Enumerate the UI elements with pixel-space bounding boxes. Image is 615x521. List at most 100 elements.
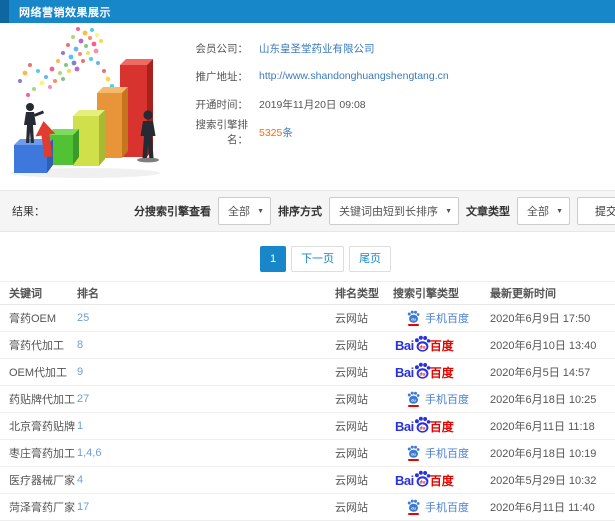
updated-cell: 2020年6月18日 10:19 [490, 439, 615, 467]
last-page-button[interactable]: 尾页 [349, 246, 392, 272]
engine-filter-label: 分搜索引擎查看 [134, 206, 211, 218]
baidu-logo-bai-text: Bai [395, 472, 414, 488]
table-row: 药贴牌代加工 27 云网站 du 手机百度 2020年6月18日 10:25 [0, 385, 615, 413]
svg-text:du: du [411, 506, 416, 510]
mobile-baidu-label: 手机百度 [425, 448, 469, 460]
rank-type-cell: 云网站 [335, 304, 393, 332]
svg-text:du: du [419, 425, 425, 431]
column-header-updated: 最新更新时间 [490, 281, 615, 305]
rank-link[interactable]: 17 [77, 501, 89, 513]
table-row: 枣庄膏药加工 1,4,6 云网站 du 手机百度 2020年6月18日 10:1… [0, 439, 615, 467]
table-row: 北京膏药贴牌 1 云网站 Bai du 百度 2020年6月11日 11:18 [0, 412, 615, 440]
column-header-keyword: 关键词 [0, 281, 77, 305]
mobile-baidu-underline [408, 513, 419, 515]
svg-text:du: du [419, 371, 425, 377]
rank-link[interactable]: 25 [77, 312, 89, 324]
baidu-logo-cn-text: 百度 [429, 419, 454, 434]
updated-cell: 2020年6月11日 11:18 [490, 412, 615, 440]
promo-url-link[interactable]: http://www.shandonghuangshengtang.cn [259, 70, 449, 82]
caret-down-icon: ▼ [556, 208, 563, 215]
updated-cell: 2020年5月29日 10:32 [490, 466, 615, 494]
mobile-baidu-paw-icon: du [407, 445, 420, 461]
mobile-baidu-logo: du 手机百度 [407, 310, 469, 326]
rank-link[interactable]: 4 [77, 474, 83, 486]
pagination: 1 下一页 尾页 [18, 246, 615, 272]
company-link[interactable]: 山东皇圣堂药业有限公司 [259, 41, 375, 56]
baidu-paw-icon: du [414, 470, 431, 487]
keyword-cell: 药贴牌代加工 [0, 385, 77, 413]
updated-cell: 2020年6月5日 14:57 [490, 358, 615, 386]
filter-controls: 分搜索引擎查看 全部 ▼ 排序方式 关键词由短到长排序 ▼ 文章类型 全部 ▼ … [134, 197, 615, 225]
rank-count-unit: 条 [282, 126, 293, 139]
baidu-logo: Bai du 百度 [395, 335, 454, 355]
filter-bar: 结果： 分搜索引擎查看 全部 ▼ 排序方式 关键词由短到长排序 ▼ 文章类型 全… [0, 190, 615, 232]
column-header-rank-type: 排名类型 [335, 281, 393, 305]
rank-link[interactable]: 1 [77, 420, 83, 432]
updated-cell: 2020年6月18日 10:25 [490, 385, 615, 413]
mobile-baidu-logo: du 手机百度 [407, 499, 469, 515]
sort-filter-select[interactable]: 关键词由短到长排序 ▼ [329, 197, 459, 225]
engine-cell: du 手机百度 [393, 310, 469, 326]
keyword-cell: 枣庄膏药加工 [0, 439, 77, 467]
page-title: 网络营销效果展示 [19, 6, 111, 19]
promo-url-field: 推广地址： http://www.shandonghuangshengtang.… [176, 62, 449, 90]
table-body: 膏药OEM 25 云网站 du 手机百度 2020年6月9日 17:50 膏药代… [0, 304, 615, 521]
mobile-baidu-paw-icon: du [407, 391, 420, 407]
svg-text:du: du [411, 452, 416, 456]
open-time-value: 2019年11月20日 09:08 [259, 98, 366, 111]
table-header-row: 关键词 排名 排名类型 搜索引擎类型 最新更新时间 [0, 281, 615, 305]
keyword-cell: 北京膏药贴牌 [0, 412, 77, 440]
table-row: OEM代加工 9 云网站 Bai du 百度 2020年6月5日 14:57 [0, 358, 615, 386]
updated-cell: 2020年6月10日 13:40 [490, 331, 615, 359]
mobile-baidu-underline [408, 459, 419, 461]
baidu-logo-bai-text: Bai [395, 418, 414, 434]
table-row: 医疗器械厂家 4 云网站 Bai du 百度 2020年5月29日 10:32 [0, 466, 615, 494]
article-type-select[interactable]: 全部 ▼ [517, 197, 570, 225]
table-row: 膏药OEM 25 云网站 du 手机百度 2020年6月9日 17:50 [0, 304, 615, 332]
company-field: 会员公司： 山东皇圣堂药业有限公司 [176, 34, 449, 62]
sort-filter-value: 关键词由短到长排序 [339, 206, 438, 218]
baidu-paw-icon: du [414, 416, 431, 433]
keyword-cell: 膏药代加工 [0, 331, 77, 359]
caret-down-icon: ▼ [257, 208, 264, 215]
rank-type-cell: 云网站 [335, 358, 393, 386]
engine-rank-label: 搜索引擎排名： [195, 119, 249, 146]
bar-chart-illustration [10, 27, 160, 178]
promo-url-label: 推广地址： [195, 70, 249, 83]
keyword-cell: 菏泽膏药厂家 [0, 493, 77, 521]
rank-link[interactable]: 9 [77, 366, 83, 378]
next-page-button[interactable]: 下一页 [291, 246, 345, 272]
info-fields: 会员公司： 山东皇圣堂药业有限公司 推广地址： http://www.shand… [176, 23, 449, 190]
column-header-engine-type: 搜索引擎类型 [393, 281, 490, 305]
baidu-logo-cn-text: 百度 [429, 473, 454, 488]
engine-cell: du 手机百度 [393, 391, 469, 407]
rank-type-cell: 云网站 [335, 466, 393, 494]
mobile-baidu-underline [408, 324, 419, 326]
title-bar: 网络营销效果展示 [0, 0, 615, 23]
updated-cell: 2020年6月11日 11:40 [490, 493, 615, 521]
engine-cell: du 手机百度 [393, 445, 469, 461]
column-header-rank: 排名 [77, 281, 335, 305]
page-1-button[interactable]: 1 [259, 246, 287, 272]
rank-link[interactable]: 8 [77, 339, 83, 351]
submit-button[interactable]: 提交 [577, 197, 615, 225]
baidu-logo: Bai du 百度 [395, 470, 454, 490]
businessman-left [24, 103, 44, 143]
result-label: 结果： [12, 206, 45, 218]
open-time-label: 开通时间： [195, 98, 249, 111]
rank-link[interactable]: 27 [77, 393, 89, 405]
rank-type-cell: 云网站 [335, 439, 393, 467]
rank-link[interactable]: 1,4,6 [77, 447, 101, 459]
rank-type-cell: 云网站 [335, 331, 393, 359]
mobile-baidu-label: 手机百度 [425, 394, 469, 406]
baidu-paw-icon: du [414, 335, 431, 352]
sort-filter-label: 排序方式 [278, 206, 322, 218]
article-type-value: 全部 [527, 206, 549, 218]
engine-cell: Bai du 百度 [393, 362, 454, 382]
mobile-baidu-logo: du 手机百度 [407, 391, 469, 407]
baidu-logo-bai-text: Bai [395, 364, 414, 380]
results-table: 关键词 排名 排名类型 搜索引擎类型 最新更新时间 膏药OEM 25 云网站 d… [0, 281, 615, 521]
baidu-paw-icon: du [414, 362, 431, 379]
mobile-baidu-paw-icon: du [407, 499, 420, 515]
engine-filter-select[interactable]: 全部 ▼ [218, 197, 271, 225]
